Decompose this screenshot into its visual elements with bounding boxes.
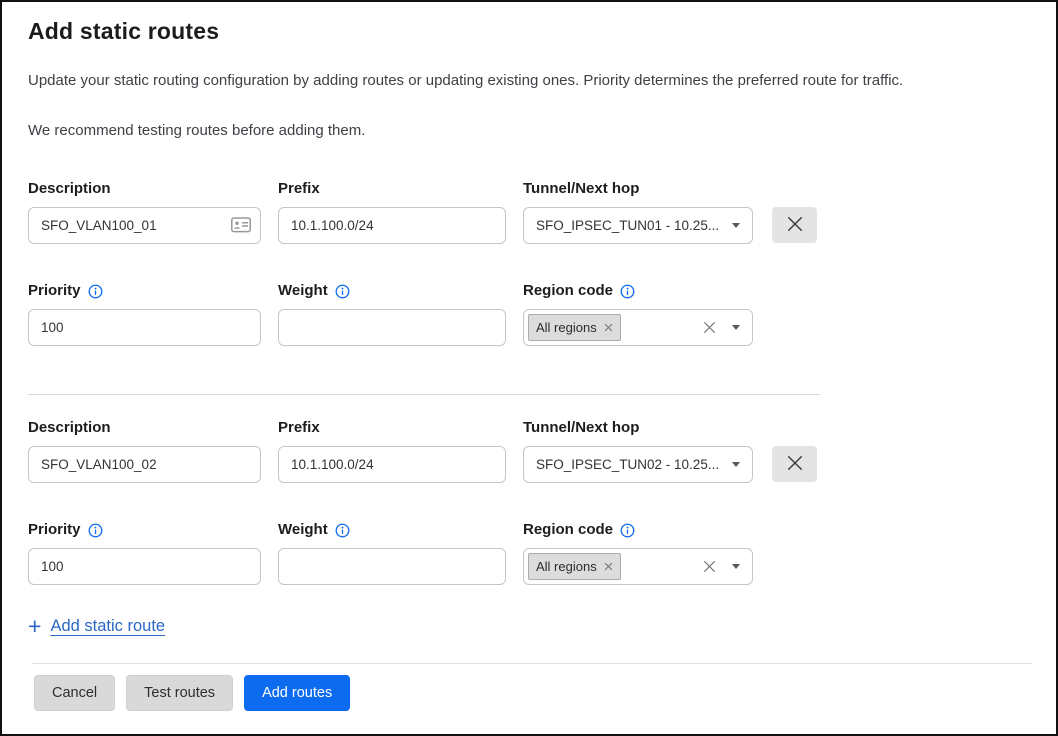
add-static-route: + Add static route	[28, 615, 1030, 637]
priority-label: Priority	[28, 520, 261, 540]
info-icon[interactable]	[335, 284, 350, 299]
priority-label-text: Priority	[28, 520, 81, 540]
tunnel-next-hop-label: Tunnel/Next hop	[523, 418, 753, 438]
priority-field: Priority	[28, 520, 261, 585]
prefix-field: Prefix	[278, 418, 506, 483]
clear-selection-icon[interactable]	[703, 321, 716, 334]
route-block-2: Description Prefix Tunnel/Next hop SFO_I	[28, 418, 1030, 585]
description-label: Description	[28, 418, 261, 438]
weight-label-text: Weight	[278, 520, 328, 540]
description-input[interactable]	[28, 207, 261, 244]
description-input[interactable]	[28, 446, 261, 483]
region-tag-label: All regions	[536, 319, 597, 336]
tunnel-next-hop-label-text: Tunnel/Next hop	[523, 179, 639, 199]
tunnel-next-hop-field: Tunnel/Next hop SFO_IPSEC_TUN02 - 10.25.…	[523, 418, 753, 483]
weight-input[interactable]	[278, 309, 506, 346]
footer-buttons: Cancel Test routes Add routes	[2, 664, 1056, 711]
remove-tag-icon[interactable]	[604, 323, 613, 332]
description-label: Description	[28, 179, 261, 199]
page-title: Add static routes	[28, 16, 1030, 46]
weight-field: Weight	[278, 281, 506, 346]
chevron-down-icon	[732, 325, 740, 330]
info-icon[interactable]	[620, 284, 635, 299]
remove-route-button[interactable]	[772, 207, 817, 243]
region-code-field: Region code All regions	[523, 281, 753, 346]
chevron-down-icon	[732, 462, 740, 467]
weight-field: Weight	[278, 520, 506, 585]
contact-card-icon[interactable]	[231, 217, 251, 233]
description-label-text: Description	[28, 418, 111, 438]
priority-input[interactable]	[28, 548, 261, 585]
route-1-row-2: Priority Weight	[28, 281, 1030, 346]
region-code-field: Region code All regions	[523, 520, 753, 585]
prefix-label-text: Prefix	[278, 179, 320, 199]
prefix-field: Prefix	[278, 179, 506, 244]
tunnel-next-hop-select[interactable]: SFO_IPSEC_TUN01 - 10.25...	[523, 207, 753, 244]
tunnel-selected-value: SFO_IPSEC_TUN01 - 10.25...	[536, 218, 719, 233]
route-1-row-1: Description Prefix	[28, 179, 1030, 244]
add-static-route-link[interactable]: Add static route	[50, 617, 165, 636]
priority-input[interactable]	[28, 309, 261, 346]
info-icon[interactable]	[620, 523, 635, 538]
tunnel-next-hop-label: Tunnel/Next hop	[523, 179, 753, 199]
description-label-text: Description	[28, 179, 111, 199]
description-field: Description	[28, 418, 261, 483]
region-code-select[interactable]: All regions	[523, 548, 753, 585]
test-routes-button[interactable]: Test routes	[126, 675, 233, 711]
tunnel-next-hop-field: Tunnel/Next hop SFO_IPSEC_TUN01 - 10.25.…	[523, 179, 753, 244]
chevron-down-icon	[732, 223, 740, 228]
tunnel-next-hop-label-text: Tunnel/Next hop	[523, 418, 639, 438]
prefix-label: Prefix	[278, 179, 506, 199]
plus-icon: +	[28, 615, 41, 637]
region-code-label: Region code	[523, 281, 753, 301]
region-code-select[interactable]: All regions	[523, 309, 753, 346]
prefix-label-text: Prefix	[278, 418, 320, 438]
prefix-label: Prefix	[278, 418, 506, 438]
prefix-input[interactable]	[278, 446, 506, 483]
route-2-row-2: Priority Weight	[28, 520, 1030, 585]
region-tag-label: All regions	[536, 558, 597, 575]
region-tag: All regions	[528, 314, 621, 341]
add-static-routes-dialog: Add static routes Update your static rou…	[0, 0, 1058, 736]
dialog-content: Add static routes Update your static rou…	[2, 2, 1056, 637]
route-block-1: Description Prefix	[28, 179, 1030, 346]
route-divider	[28, 394, 820, 395]
region-code-label-text: Region code	[523, 520, 613, 540]
priority-label-text: Priority	[28, 281, 81, 301]
info-icon[interactable]	[88, 523, 103, 538]
chevron-down-icon	[732, 564, 740, 569]
cancel-button[interactable]: Cancel	[34, 675, 115, 711]
region-tag: All regions	[528, 553, 621, 580]
priority-field: Priority	[28, 281, 261, 346]
close-icon	[787, 455, 803, 474]
prefix-input[interactable]	[278, 207, 506, 244]
info-icon[interactable]	[88, 284, 103, 299]
weight-label-text: Weight	[278, 281, 328, 301]
clear-selection-icon[interactable]	[703, 560, 716, 573]
remove-tag-icon[interactable]	[604, 562, 613, 571]
add-routes-button[interactable]: Add routes	[244, 675, 350, 711]
recommendation-text: We recommend testing routes before addin…	[28, 121, 1030, 141]
tunnel-selected-value: SFO_IPSEC_TUN02 - 10.25...	[536, 457, 719, 472]
intro-text: Update your static routing configuration…	[28, 71, 1030, 91]
remove-route-button[interactable]	[772, 446, 817, 482]
dialog-footer: Cancel Test routes Add routes	[2, 663, 1056, 734]
route-2-row-1: Description Prefix Tunnel/Next hop SFO_I	[28, 418, 1030, 483]
weight-label: Weight	[278, 281, 506, 301]
close-icon	[787, 216, 803, 235]
priority-label: Priority	[28, 281, 261, 301]
weight-label: Weight	[278, 520, 506, 540]
region-code-label-text: Region code	[523, 281, 613, 301]
info-icon[interactable]	[335, 523, 350, 538]
region-code-label: Region code	[523, 520, 753, 540]
weight-input[interactable]	[278, 548, 506, 585]
description-field: Description	[28, 179, 261, 244]
tunnel-next-hop-select[interactable]: SFO_IPSEC_TUN02 - 10.25...	[523, 446, 753, 483]
